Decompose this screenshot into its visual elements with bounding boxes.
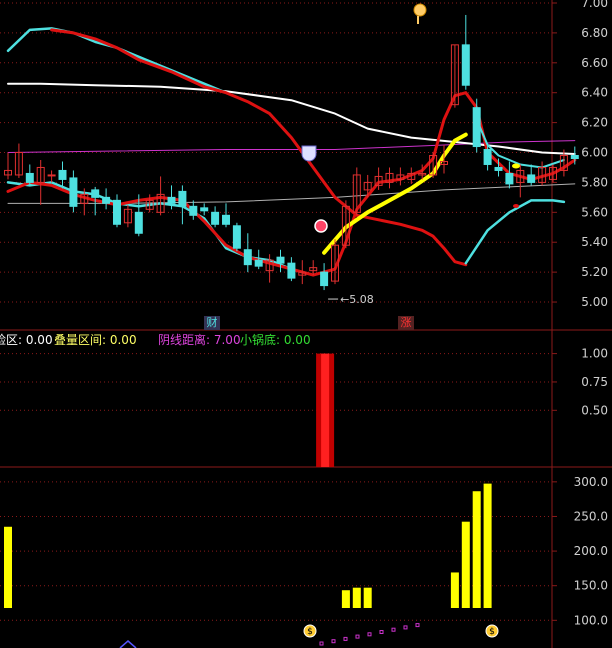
candle-body bbox=[200, 207, 209, 212]
cyan-lower2-line bbox=[464, 199, 566, 265]
candle-body bbox=[243, 249, 252, 266]
dot-marker bbox=[379, 630, 384, 634]
y-tick-label: 1.00 bbox=[581, 347, 608, 361]
candle-body bbox=[254, 259, 263, 267]
low-annotation-label: ←5.08 bbox=[340, 293, 374, 306]
volume-bar bbox=[472, 491, 481, 608]
y-tick-label: 100.0 bbox=[574, 613, 608, 627]
candle-body bbox=[232, 225, 241, 249]
y-tick-label: 6.40 bbox=[581, 86, 608, 100]
tag-rise: 涨 bbox=[398, 316, 414, 330]
chevron-up-icon bbox=[119, 640, 137, 648]
candle-body bbox=[276, 256, 285, 264]
y-tick-label: 150.0 bbox=[574, 579, 608, 593]
volume-bars bbox=[4, 353, 492, 646]
candle-body bbox=[178, 190, 187, 207]
candle-body bbox=[134, 211, 143, 234]
volume-bar bbox=[352, 587, 361, 608]
candle-body bbox=[69, 177, 78, 207]
y-tick-label: 200.0 bbox=[574, 544, 608, 558]
volume-bar bbox=[4, 526, 12, 608]
dot-marker bbox=[391, 627, 396, 632]
candle-body bbox=[494, 166, 503, 171]
candle-body bbox=[483, 149, 492, 165]
y-tick-label: 5.60 bbox=[581, 205, 608, 219]
y-tick-label: 5.80 bbox=[581, 175, 608, 189]
candle-body bbox=[320, 271, 329, 287]
dot-marker bbox=[355, 634, 360, 639]
candle-body bbox=[461, 44, 470, 86]
dot-marker bbox=[319, 641, 324, 646]
red-low-line bbox=[6, 91, 577, 277]
candle-body bbox=[58, 169, 67, 180]
y-tick-label: 6.60 bbox=[581, 56, 608, 70]
candle-body bbox=[211, 211, 220, 225]
red-wave-line bbox=[50, 28, 468, 267]
dot-marker bbox=[331, 639, 336, 644]
candle-body bbox=[25, 172, 34, 183]
y-tick-label: 0.75 bbox=[581, 375, 608, 389]
arrow-up-icon bbox=[413, 3, 427, 17]
dot-marker bbox=[415, 623, 420, 628]
candle-body bbox=[167, 196, 176, 204]
volume-bar bbox=[461, 521, 470, 608]
candle-body bbox=[47, 174, 56, 177]
candle-body bbox=[505, 172, 514, 185]
signal-bar-highlight bbox=[321, 353, 330, 467]
y-tick-label: 6.00 bbox=[581, 146, 608, 160]
volume-bar bbox=[363, 587, 372, 608]
y-tick-label: 5.20 bbox=[581, 265, 608, 279]
y-tick-label: 5.00 bbox=[581, 295, 608, 309]
y-tick-label: 6.20 bbox=[581, 116, 608, 130]
dot-marker bbox=[403, 625, 408, 630]
white-ma-line bbox=[7, 82, 576, 155]
ball-icon bbox=[314, 219, 328, 233]
y-tick-label: 0.50 bbox=[581, 403, 608, 417]
candle-body bbox=[113, 199, 121, 225]
dot-marker bbox=[343, 636, 348, 641]
dot-marker bbox=[367, 632, 372, 637]
candle-body bbox=[91, 189, 100, 198]
y-tick-label: 6.80 bbox=[581, 26, 608, 40]
grid-layer bbox=[0, 0, 612, 648]
volume-bar bbox=[341, 590, 350, 608]
money-bag-icon-glyph: $ bbox=[307, 627, 313, 637]
money-bag-icon-glyph: $ bbox=[489, 627, 495, 637]
tag-finance: 财 bbox=[204, 316, 220, 330]
volume-bar bbox=[450, 572, 459, 608]
y-tick-label: 300.0 bbox=[574, 475, 608, 489]
y-tick-label: 5.40 bbox=[581, 235, 608, 249]
y-tick-label: 250.0 bbox=[574, 509, 608, 523]
label-bear-distance: 阴线距离: 7.00 bbox=[158, 333, 241, 347]
label-small-pot: 小锅底: 0.00 bbox=[240, 333, 311, 347]
end-marker bbox=[512, 163, 520, 169]
chart-canvas: 5.00 5.20 5.40 5.60 5.80 6.00 6.20 6.40 6.60 6.80… bbox=[0, 0, 612, 648]
candle-body bbox=[102, 196, 111, 204]
y-tick-label: 7.00 bbox=[581, 0, 608, 10]
candle-body bbox=[287, 262, 296, 279]
end-marker bbox=[513, 204, 519, 208]
candle-body bbox=[222, 214, 230, 225]
candle-body bbox=[189, 205, 198, 216]
cup-icon bbox=[301, 145, 317, 162]
candle-body bbox=[570, 155, 579, 159]
volume-bar bbox=[483, 483, 492, 608]
candle-body bbox=[472, 107, 481, 148]
label-overlap-range: 叠量区间: 0.00 bbox=[54, 333, 137, 347]
candle-body bbox=[527, 174, 536, 183]
label-risk-zone: 险区: 0.00 bbox=[0, 333, 53, 347]
